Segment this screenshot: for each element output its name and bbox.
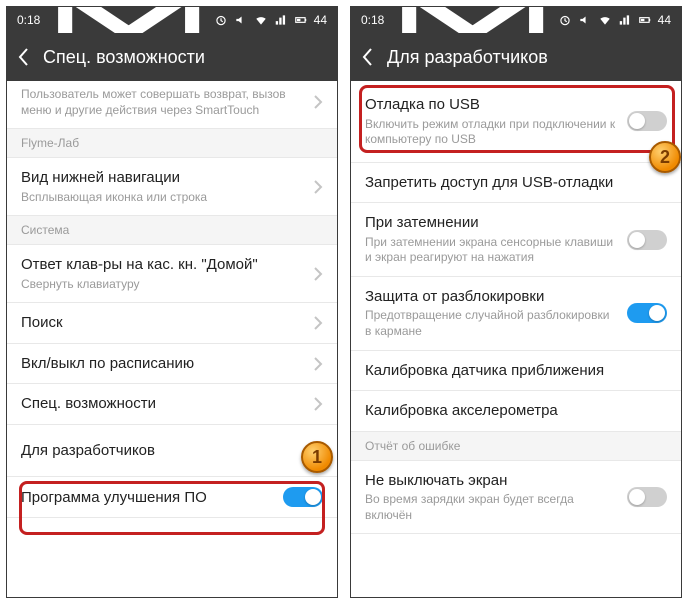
- toggle-unlock-protect[interactable]: [627, 303, 667, 323]
- chevron-right-icon: [313, 266, 323, 282]
- row-deny-usb[interactable]: Запретить доступ для USB-отладки: [351, 163, 681, 204]
- phone-right: 0:18 44 Для разработчиков Отладка по USB…: [350, 6, 682, 598]
- wifi-icon: [254, 13, 268, 27]
- page-title: Спец. возможности: [43, 47, 205, 68]
- signal-icon: [274, 13, 288, 27]
- callout-1: 1: [301, 441, 333, 473]
- row-keep-screen-on[interactable]: Не выключать экран Во время зарядки экра…: [351, 461, 681, 535]
- alarm-icon: [214, 13, 228, 27]
- statusbar: 0:18 44: [351, 7, 681, 33]
- back-icon[interactable]: [361, 47, 373, 67]
- section-bugreport: Отчёт об ошибке: [351, 432, 681, 461]
- row-usb-debug[interactable]: Отладка по USB Включить режим отладки пр…: [351, 81, 681, 163]
- battery-pct: 44: [658, 13, 671, 27]
- battery-icon: [638, 13, 652, 27]
- signal-icon: [618, 13, 632, 27]
- section-flyme: Flyme-Лаб: [7, 129, 337, 158]
- row-bottom-nav[interactable]: Вид нижней навигации Всплывающая иконка …: [7, 158, 337, 216]
- volume-icon: [234, 13, 248, 27]
- row-accessibility[interactable]: Спец. возможности: [7, 384, 337, 425]
- titlebar: Для разработчиков: [351, 33, 681, 81]
- volume-icon: [578, 13, 592, 27]
- chevron-right-icon: [313, 396, 323, 412]
- row-home-key[interactable]: Ответ клав-ры на кас. кн. "Домой" Сверну…: [7, 245, 337, 303]
- callout-2: 2: [649, 141, 681, 173]
- chevron-right-icon: [313, 179, 323, 195]
- section-system: Система: [7, 216, 337, 245]
- wifi-icon: [598, 13, 612, 27]
- dev-list: Отладка по USB Включить режим отладки пр…: [351, 81, 681, 597]
- phone-left: 0:18 44 Спец. возможности Пользователь м…: [6, 6, 338, 598]
- page-title: Для разработчиков: [387, 47, 548, 68]
- battery-icon: [294, 13, 308, 27]
- status-time: 0:18: [361, 13, 384, 27]
- row-search[interactable]: Поиск: [7, 303, 337, 344]
- battery-pct: 44: [314, 13, 327, 27]
- toggle-usb-debug[interactable]: [627, 111, 667, 131]
- row-accel-cal[interactable]: Калибровка акселерометра: [351, 391, 681, 432]
- row-improvement[interactable]: Программа улучшения ПО: [7, 477, 337, 518]
- row-unlock-protect[interactable]: Защита от разблокировки Предотвращение с…: [351, 277, 681, 351]
- row-proximity-cal[interactable]: Калибровка датчика приближения: [351, 351, 681, 392]
- row-schedule[interactable]: Вкл/выкл по расписанию: [7, 344, 337, 385]
- status-time: 0:18: [17, 13, 40, 27]
- row-developers[interactable]: Для разработчиков: [7, 425, 337, 478]
- chevron-right-icon: [313, 356, 323, 372]
- statusbar: 0:18 44: [7, 7, 337, 33]
- titlebar: Спец. возможности: [7, 33, 337, 81]
- toggle-dim[interactable]: [627, 230, 667, 250]
- toggle-improvement[interactable]: [283, 487, 323, 507]
- toggle-keep-screen[interactable]: [627, 487, 667, 507]
- chevron-right-icon: [313, 315, 323, 331]
- settings-list: Пользователь может совершать возврат, вы…: [7, 81, 337, 597]
- row-when-dim[interactable]: При затемнении При затемнении экрана сен…: [351, 203, 681, 277]
- chevron-right-icon: [313, 94, 323, 110]
- back-icon[interactable]: [17, 47, 29, 67]
- alarm-icon: [558, 13, 572, 27]
- row-smarttouch[interactable]: Пользователь может совершать возврат, вы…: [7, 81, 337, 129]
